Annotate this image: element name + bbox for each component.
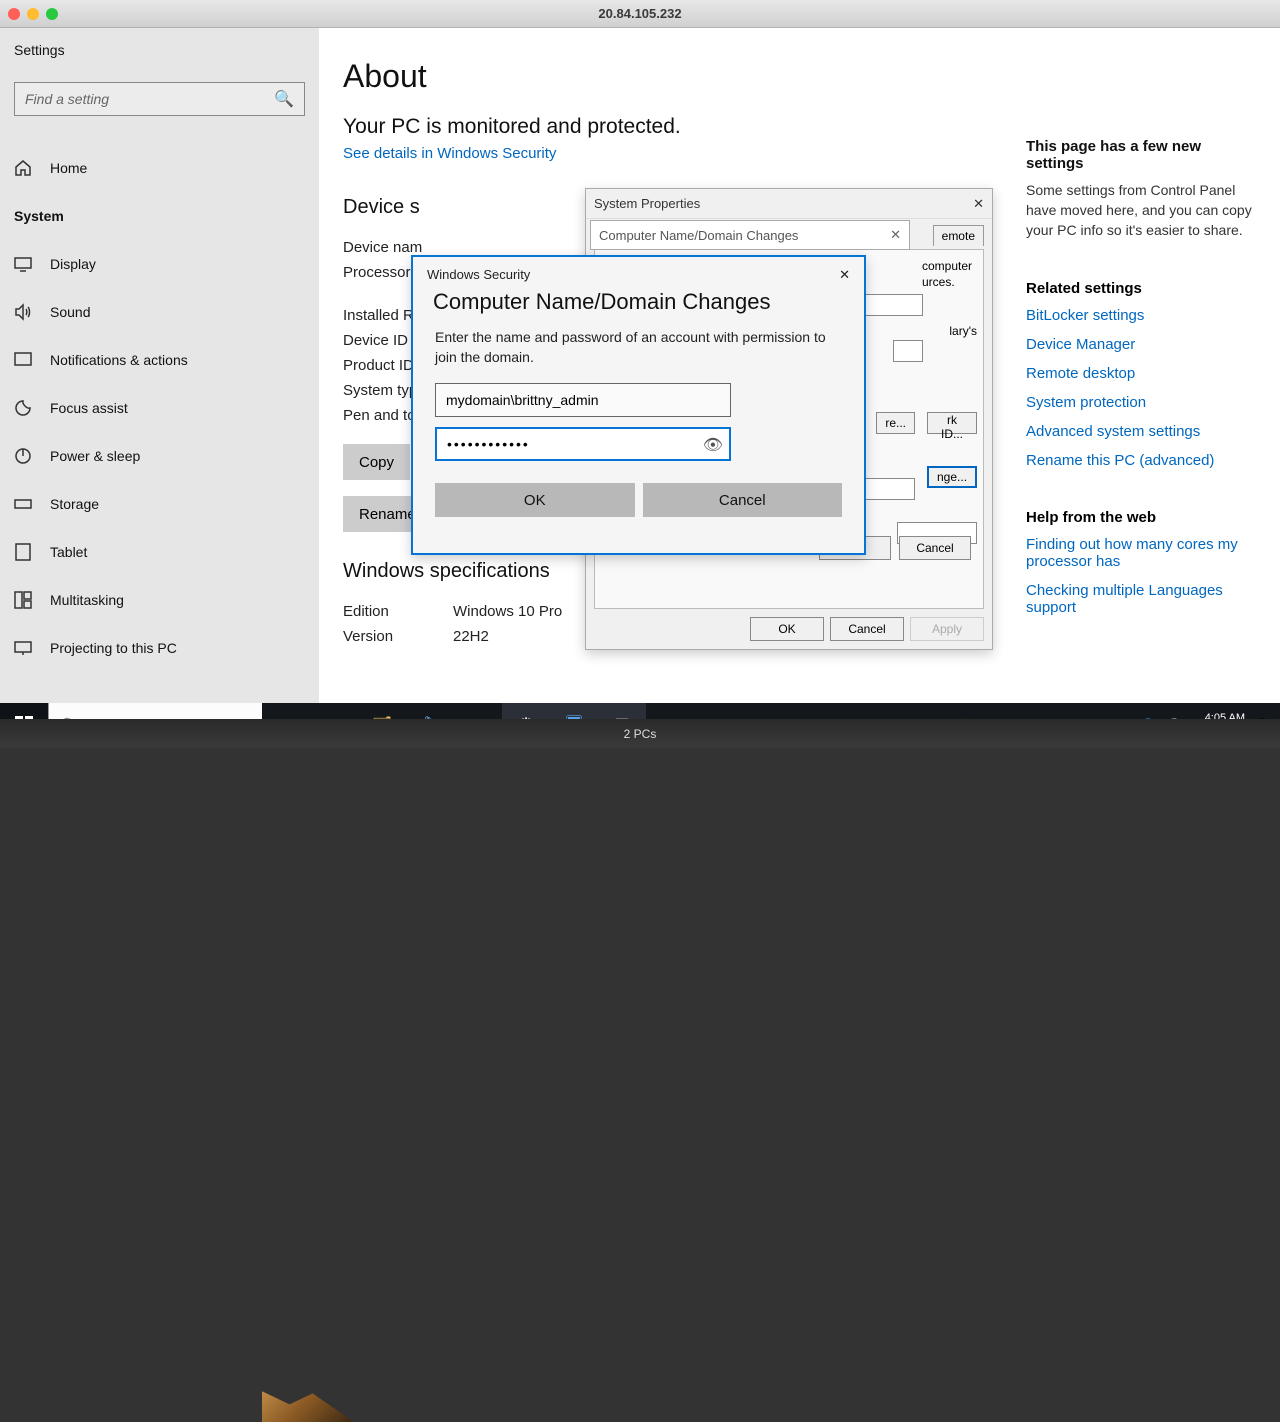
edition-label: Edition: [343, 599, 453, 624]
sysprops-close-icon[interactable]: ✕: [973, 196, 984, 212]
search-input[interactable]: [25, 91, 274, 107]
settings-search[interactable]: 🔍: [14, 82, 305, 116]
nav-label: System: [14, 208, 64, 224]
cred-message: Enter the name and password of an accoun…: [413, 319, 864, 367]
pc-count: 2 PCs: [624, 727, 657, 741]
nav-system[interactable]: System: [14, 192, 305, 240]
help-heading: Help from the web: [1026, 509, 1260, 526]
nav-label: Display: [50, 256, 96, 272]
renameadv-link[interactable]: Rename this PC (advanced): [1026, 452, 1260, 469]
cred-cancel-button[interactable]: Cancel: [643, 483, 843, 517]
sysprops-buttons: OK Cancel Apply: [750, 617, 984, 641]
multi-icon: [14, 591, 32, 609]
lang-link[interactable]: Checking multiple Languages support: [1026, 582, 1260, 616]
nav-label: Tablet: [50, 544, 87, 560]
sysprops-text-computer: computerurces.: [922, 258, 977, 290]
sysprot-link[interactable]: System protection: [1026, 394, 1260, 411]
storage-icon: [14, 495, 32, 513]
copy-button[interactable]: Copy: [343, 444, 410, 480]
search-icon: 🔍: [274, 89, 294, 109]
cred-header-label: Windows Security: [427, 267, 530, 283]
nav-label: Home: [50, 160, 87, 176]
page-title: About: [343, 58, 1256, 95]
cred-close-icon[interactable]: ✕: [839, 267, 850, 283]
nav-home[interactable]: Home: [14, 144, 305, 192]
credential-dialog: Windows Security ✕ Computer Name/Domain …: [411, 255, 866, 555]
sysprops-text-lary: lary's: [949, 324, 977, 338]
nav-label: Power & sleep: [50, 448, 140, 464]
devmgr-link[interactable]: Device Manager: [1026, 336, 1260, 353]
remote-link[interactable]: Remote desktop: [1026, 365, 1260, 382]
nav-label: Notifications & actions: [50, 352, 188, 368]
domain-changes-titlebar[interactable]: Computer Name/Domain Changes ✕: [590, 220, 910, 250]
nav-focus[interactable]: Focus assist: [14, 384, 305, 432]
sysprops-titlebar[interactable]: System Properties ✕: [586, 189, 992, 219]
cred-ok-button[interactable]: OK: [435, 483, 635, 517]
sysprops-networkid-button[interactable]: rk ID...: [927, 412, 977, 434]
nav-display[interactable]: Display: [14, 240, 305, 288]
cred-header[interactable]: Windows Security ✕: [413, 257, 864, 283]
nav-label: Focus assist: [50, 400, 128, 416]
settings-window: ━ ▢ ✕ Settings 🔍 Home System Display Sou…: [0, 28, 1280, 719]
mac-window-title: 20.84.105.232: [0, 6, 1280, 21]
mac-titlebar: 20.84.105.232: [0, 0, 1280, 28]
settings-label: Settings: [0, 28, 319, 58]
sysprops-change-button[interactable]: nge...: [927, 466, 977, 488]
nav-label: Multitasking: [50, 592, 124, 608]
nav-storage[interactable]: Storage: [14, 480, 305, 528]
adv-link[interactable]: Advanced system settings: [1026, 423, 1260, 440]
nav-sound[interactable]: Sound: [14, 288, 305, 336]
sysprops-title: System Properties: [594, 196, 700, 211]
newsettings-heading: This page has a few new settings: [1026, 138, 1260, 172]
cores-link[interactable]: Finding out how many cores my processor …: [1026, 536, 1260, 570]
cred-title: Computer Name/Domain Changes: [413, 283, 864, 319]
nav-power[interactable]: Power & sleep: [14, 432, 305, 480]
nav-tablet[interactable]: Tablet: [14, 528, 305, 576]
sysprops-field-2[interactable]: [893, 340, 923, 362]
username-input[interactable]: [435, 383, 731, 417]
notif-icon: [14, 351, 32, 369]
nav-multitasking[interactable]: Multitasking: [14, 576, 305, 624]
remote-session-bar: 2 PCs: [0, 719, 1280, 748]
desktop-wallpaper-peek: [262, 1378, 354, 1422]
bitlocker-link[interactable]: BitLocker settings: [1026, 307, 1260, 324]
home-icon: [14, 159, 32, 177]
password-input[interactable]: [435, 427, 731, 461]
version-value: 22H2: [453, 624, 489, 649]
right-column: This page has a few new settings Some se…: [1026, 138, 1260, 628]
power-icon: [14, 447, 32, 465]
remote-tab[interactable]: emote: [933, 225, 984, 246]
nav-label: Projecting to this PC: [50, 640, 177, 656]
newsettings-text: Some settings from Control Panel have mo…: [1026, 180, 1260, 240]
focus-icon: [14, 399, 32, 417]
project-icon: [14, 639, 32, 657]
domain-changes-title: Computer Name/Domain Changes: [599, 228, 798, 243]
tablet-icon: [14, 543, 32, 561]
settings-sidebar: Settings 🔍 Home System Display Sound Not…: [0, 28, 319, 719]
version-label: Version: [343, 624, 453, 649]
sysprops-re-button[interactable]: re...: [876, 412, 915, 434]
sysprops-apply[interactable]: Apply: [910, 617, 984, 641]
reveal-password-icon[interactable]: 👁: [703, 435, 723, 455]
sound-icon: [14, 303, 32, 321]
nav-notifications[interactable]: Notifications & actions: [14, 336, 305, 384]
sysprops-cancel[interactable]: Cancel: [830, 617, 904, 641]
edition-value: Windows 10 Pro: [453, 599, 562, 624]
related-heading: Related settings: [1026, 280, 1260, 297]
nav-projecting[interactable]: Projecting to this PC: [14, 624, 305, 672]
domain-changes-close-icon[interactable]: ✕: [890, 227, 901, 243]
domchg-cancel[interactable]: Cancel: [899, 536, 971, 560]
nav-label: Sound: [50, 304, 90, 320]
display-icon: [14, 255, 32, 273]
nav-label: Storage: [50, 496, 99, 512]
monitored-heading: Your PC is monitored and protected.: [343, 115, 1256, 139]
sysprops-ok[interactable]: OK: [750, 617, 824, 641]
